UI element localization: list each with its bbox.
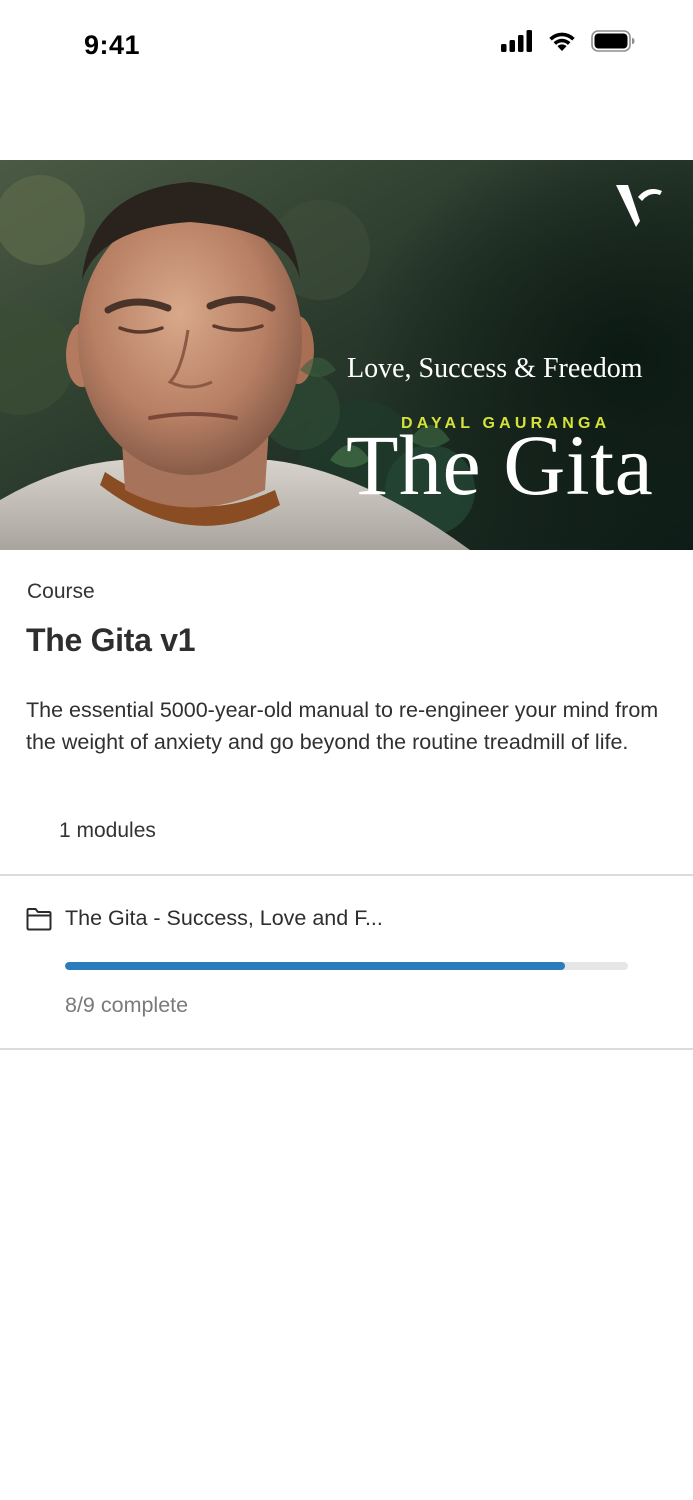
module-progress-bar — [65, 962, 628, 970]
course-type-label: Course — [27, 580, 95, 603]
status-icons — [501, 28, 635, 54]
status-time: 9:41 — [84, 30, 141, 60]
module-list-item[interactable]: The Gita - Success, Love and F... 8/9 co… — [0, 877, 693, 1048]
hero-title: The Gita — [346, 417, 654, 513]
folder-icon — [26, 908, 52, 931]
hero-subtitle: Love, Success & Freedom — [347, 353, 643, 384]
course-description: The essential 5000-year-old manual to re… — [26, 698, 659, 754]
modules-count: 1 modules — [59, 819, 156, 842]
wifi-icon — [549, 32, 575, 51]
cellular-signal-icon — [501, 30, 532, 52]
course-title: The Gita v1 — [26, 622, 196, 658]
hero-author: DAYAL GAURANGA — [401, 415, 611, 432]
divider — [0, 1048, 693, 1050]
module-progress-text: 8/9 complete — [65, 993, 189, 1017]
battery-icon — [591, 30, 635, 52]
brand-logo-icon — [616, 185, 662, 227]
divider — [0, 874, 693, 876]
status-bar: 9:41 — [0, 0, 693, 90]
module-title: The Gita - Success, Love and F... — [65, 906, 383, 930]
module-progress-fill — [65, 962, 566, 970]
